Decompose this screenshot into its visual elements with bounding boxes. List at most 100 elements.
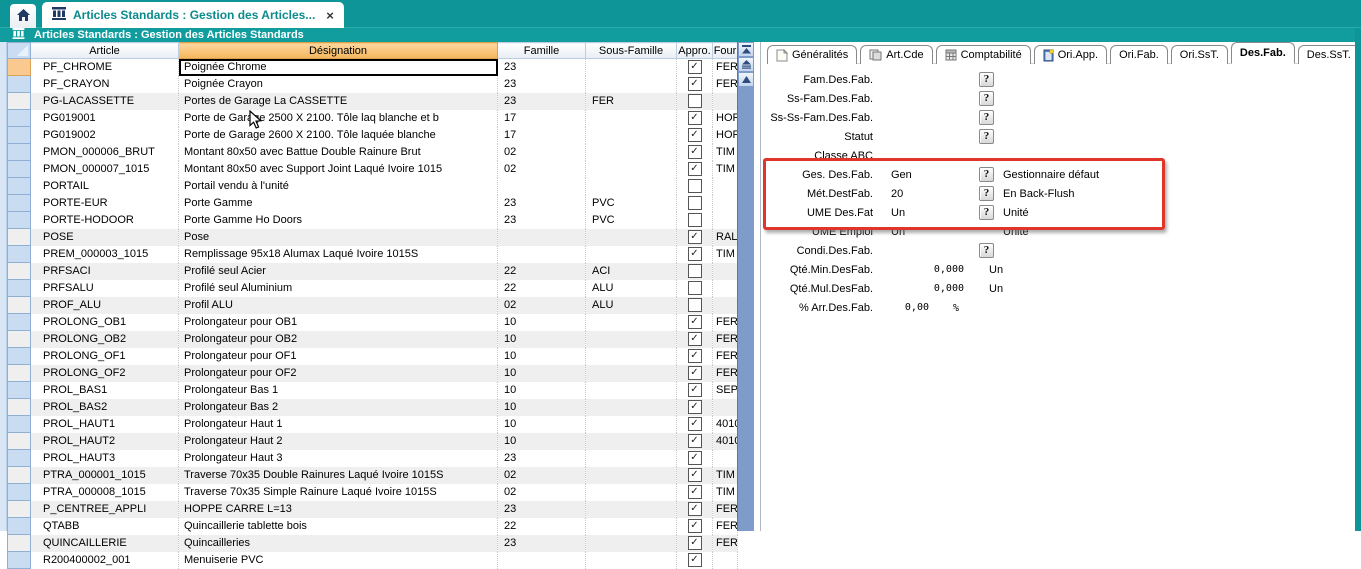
cell-article[interactable]: PTRA_000008_1015 <box>31 484 179 501</box>
cell-fournisseur[interactable]: TIM <box>713 144 738 161</box>
row-selector[interactable] <box>8 314 31 331</box>
cell-designation[interactable]: Menuiserie PVC <box>179 552 498 569</box>
cell-famille[interactable] <box>498 178 586 195</box>
column-header-famille[interactable]: Famille <box>498 43 586 59</box>
cell-designation[interactable]: Prolongateur pour OF1 <box>179 348 498 365</box>
cell-designation[interactable]: Quincaillerie tablette bois <box>179 518 498 535</box>
cell-famille[interactable]: 02 <box>498 144 586 161</box>
cell-fournisseur[interactable]: RAL <box>713 229 738 246</box>
cell-sous-famille[interactable] <box>586 518 677 535</box>
grid-vertical-scrollbar[interactable] <box>737 42 754 531</box>
row-selector[interactable] <box>8 59 31 76</box>
cell-famille[interactable]: 17 <box>498 110 586 127</box>
cell-sous-famille[interactable] <box>586 314 677 331</box>
cell-sous-famille[interactable]: ACI <box>586 263 677 280</box>
cell-article[interactable]: PROLONG_OB2 <box>31 331 179 348</box>
cell-famille[interactable]: 10 <box>498 314 586 331</box>
field-value[interactable]: 0,000 <box>891 283 964 294</box>
cell-sous-famille[interactable] <box>586 229 677 246</box>
lookup-button[interactable]: ? <box>979 167 994 182</box>
row-selector[interactable] <box>8 382 31 399</box>
cell-designation[interactable]: Montant 80x50 avec Support Joint Laqué I… <box>179 161 498 178</box>
cell-designation[interactable]: Traverse 70x35 Double Rainures Laqué Ivo… <box>179 467 498 484</box>
cell-fournisseur[interactable] <box>713 297 738 314</box>
row-selector[interactable] <box>8 246 31 263</box>
cell-article[interactable]: PROLONG_OF2 <box>31 365 179 382</box>
cell-famille[interactable]: 10 <box>498 382 586 399</box>
appro-checkbox[interactable]: ✓ <box>688 468 702 482</box>
row-selector[interactable] <box>8 535 31 552</box>
cell-famille[interactable]: 22 <box>498 263 586 280</box>
cell-sous-famille[interactable] <box>586 399 677 416</box>
cell-fournisseur[interactable]: FER <box>713 59 738 76</box>
row-selector[interactable] <box>8 229 31 246</box>
appro-checkbox[interactable] <box>688 179 702 193</box>
cell-fournisseur[interactable]: FER <box>713 314 738 331</box>
cell-designation[interactable]: Porte de Garage 2500 X 2100. Tôle laq bl… <box>179 110 498 127</box>
cell-sous-famille[interactable] <box>586 331 677 348</box>
lookup-button[interactable]: ? <box>979 110 994 125</box>
select-all-header[interactable] <box>8 43 31 59</box>
row-selector[interactable] <box>8 467 31 484</box>
cell-designation[interactable]: Remplissage 95x18 Alumax Laqué Ivoire 10… <box>179 246 498 263</box>
row-selector[interactable] <box>8 331 31 348</box>
document-tab[interactable]: Articles Standards : Gestion des Article… <box>42 2 344 28</box>
field-value[interactable]: Un <box>873 207 979 219</box>
cell-sous-famille[interactable] <box>586 382 677 399</box>
row-selector[interactable] <box>8 365 31 382</box>
cell-famille[interactable]: 10 <box>498 416 586 433</box>
cell-fournisseur[interactable]: FER <box>713 518 738 535</box>
home-tab[interactable] <box>10 4 36 28</box>
cell-article[interactable]: PF_CRAYON <box>31 76 179 93</box>
cell-designation[interactable]: Prolongateur pour OF2 <box>179 365 498 382</box>
row-selector[interactable] <box>8 348 31 365</box>
appro-checkbox[interactable]: ✓ <box>688 332 702 346</box>
cell-fournisseur[interactable]: TIM <box>713 246 738 263</box>
cell-designation[interactable]: Prolongateur Haut 3 <box>179 450 498 467</box>
cell-article[interactable]: POSE <box>31 229 179 246</box>
row-selector[interactable] <box>8 297 31 314</box>
cell-famille[interactable]: 23 <box>498 195 586 212</box>
appro-checkbox[interactable]: ✓ <box>688 230 702 244</box>
appro-checkbox[interactable] <box>688 281 702 295</box>
cell-sous-famille[interactable] <box>586 59 677 76</box>
tab-art-cde[interactable]: Art.Cde <box>860 45 932 64</box>
column-header-article[interactable]: Article <box>31 43 179 59</box>
cell-sous-famille[interactable] <box>586 433 677 450</box>
cell-fournisseur[interactable] <box>713 195 738 212</box>
cell-sous-famille[interactable] <box>586 501 677 518</box>
appro-checkbox[interactable]: ✓ <box>688 536 702 550</box>
cell-famille[interactable]: 02 <box>498 297 586 314</box>
cell-famille[interactable] <box>498 246 586 263</box>
appro-checkbox[interactable] <box>688 94 702 108</box>
scroll-up-button[interactable] <box>738 72 754 87</box>
cell-article[interactable]: PF_CHROME <box>31 59 179 76</box>
cell-designation[interactable]: Prolongateur pour OB2 <box>179 331 498 348</box>
row-selector[interactable] <box>8 433 31 450</box>
tab-g-n-ralit-s[interactable]: Généralités <box>767 45 857 64</box>
row-selector[interactable] <box>8 518 31 535</box>
cell-article[interactable]: PMON_000007_1015 <box>31 161 179 178</box>
appro-checkbox[interactable]: ✓ <box>688 315 702 329</box>
field-value[interactable]: 0,00 <box>891 302 929 313</box>
cell-article[interactable]: PG019001 <box>31 110 179 127</box>
lookup-button[interactable]: ? <box>979 205 994 220</box>
row-selector[interactable] <box>8 212 31 229</box>
lookup-button[interactable]: ? <box>979 72 994 87</box>
cell-famille[interactable]: 23 <box>498 450 586 467</box>
appro-checkbox[interactable]: ✓ <box>688 417 702 431</box>
cell-famille[interactable]: 23 <box>498 535 586 552</box>
tab-ori-fab[interactable]: Ori.Fab. <box>1110 45 1168 64</box>
cell-famille[interactable]: 23 <box>498 501 586 518</box>
lookup-button[interactable]: ? <box>979 186 994 201</box>
cell-designation[interactable]: Montant 80x50 avec Battue Double Rainure… <box>179 144 498 161</box>
row-selector[interactable] <box>8 484 31 501</box>
cell-article[interactable]: PROLONG_OF1 <box>31 348 179 365</box>
cell-sous-famille[interactable]: FER <box>586 93 677 110</box>
cell-sous-famille[interactable] <box>586 178 677 195</box>
appro-checkbox[interactable]: ✓ <box>688 247 702 261</box>
cell-designation[interactable]: Prolongateur Bas 1 <box>179 382 498 399</box>
cell-sous-famille[interactable] <box>586 76 677 93</box>
cell-famille[interactable] <box>498 552 586 569</box>
lookup-button[interactable]: ? <box>979 91 994 106</box>
